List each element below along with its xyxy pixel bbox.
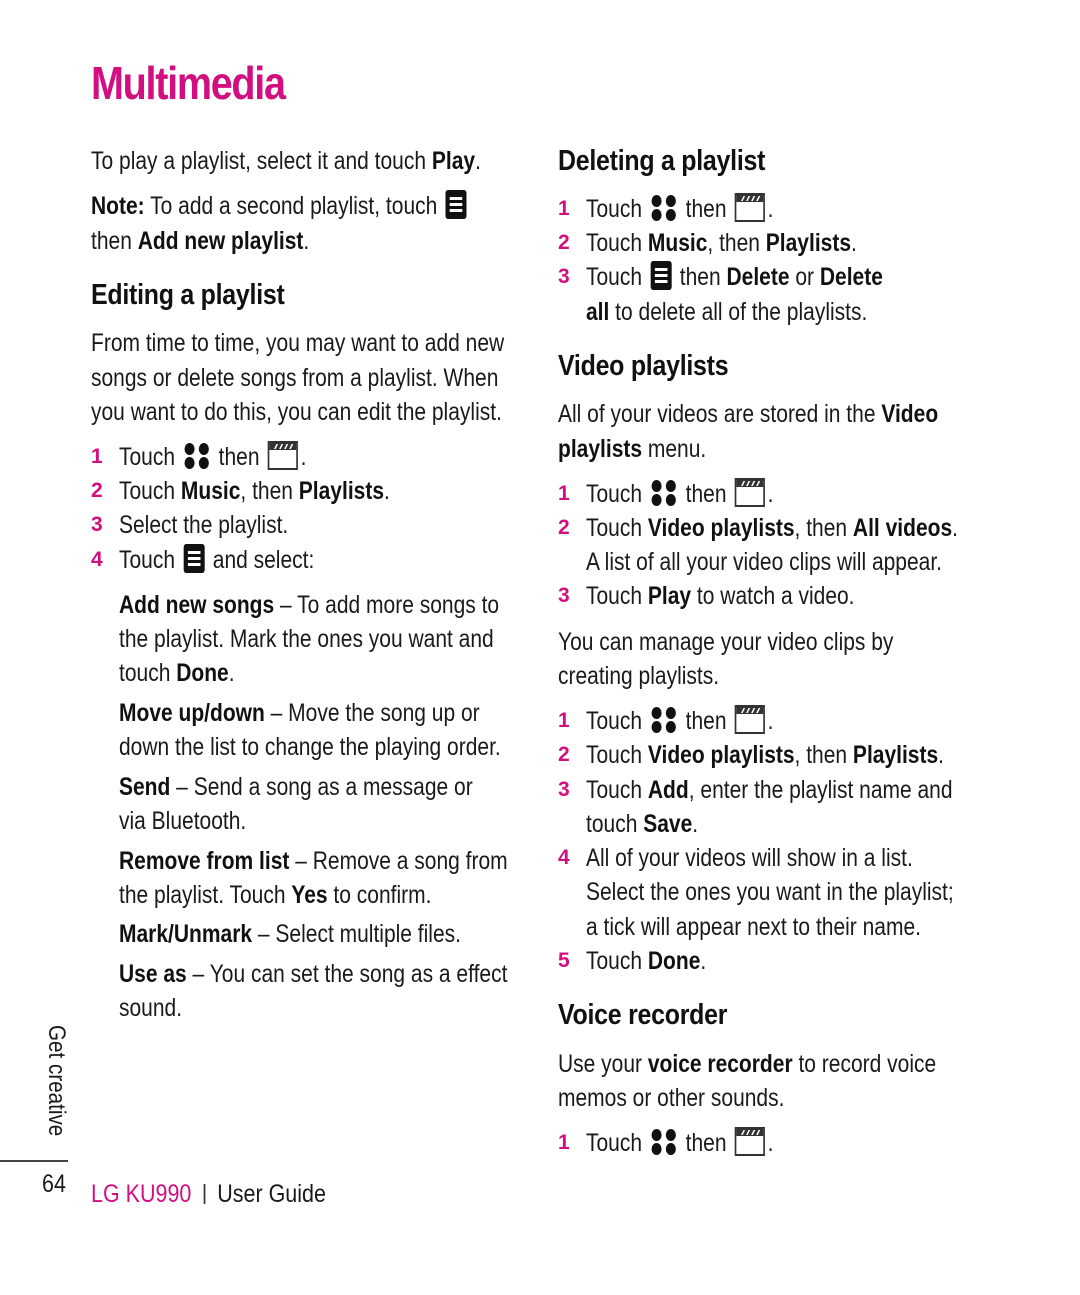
voice-intro-line: memos or other sounds. bbox=[558, 1084, 785, 1112]
step-number: 2 bbox=[558, 231, 570, 254]
apps-grid-icon bbox=[650, 704, 679, 734]
step-number: 2 bbox=[91, 479, 103, 502]
note-line-2: then Add new playlist. bbox=[91, 227, 310, 255]
side-divider bbox=[0, 1160, 68, 1162]
note-line-1: Note: To add a second playlist, touch bbox=[91, 189, 469, 223]
clapperboard-icon bbox=[734, 477, 766, 507]
step-number: 1 bbox=[558, 1131, 570, 1154]
section-heading-editing: Editing a playlist bbox=[91, 279, 285, 311]
menu-icon bbox=[183, 543, 205, 573]
clapperboard-icon bbox=[734, 704, 766, 734]
step-number: 1 bbox=[91, 445, 103, 468]
step-number: 1 bbox=[558, 709, 570, 732]
step-number: 3 bbox=[558, 265, 570, 288]
apps-grid-icon bbox=[650, 1126, 679, 1156]
apps-grid-icon bbox=[183, 440, 212, 470]
video-para-line: You can manage your video clips by bbox=[558, 628, 894, 656]
side-section-label: Get creative bbox=[43, 1025, 70, 1137]
footer-brand: LG KU990 bbox=[91, 1180, 192, 1208]
step-number: 1 bbox=[558, 482, 570, 505]
step-number: 1 bbox=[558, 197, 570, 220]
apps-grid-icon bbox=[650, 192, 679, 222]
clapperboard-icon bbox=[734, 1126, 766, 1156]
footer: LG KU990 User Guide bbox=[91, 1180, 326, 1209]
menu-icon bbox=[650, 260, 672, 290]
video-para-line: creating playlists. bbox=[558, 662, 720, 690]
step-number: 4 bbox=[558, 846, 570, 869]
page-number: 64 bbox=[42, 1170, 66, 1198]
footer-separator bbox=[203, 1184, 206, 1204]
clapperboard-icon bbox=[267, 440, 299, 470]
voice-intro-line: Use your voice recorder to record voice bbox=[558, 1050, 937, 1078]
page-title: Multimedia bbox=[91, 57, 286, 109]
video-intro-line: All of your videos are stored in the Vid… bbox=[558, 400, 939, 428]
editing-para-line: songs or delete songs from a playlist. W… bbox=[91, 364, 499, 392]
editing-para-line: From time to time, you may want to add n… bbox=[91, 329, 505, 357]
clapperboard-icon bbox=[734, 192, 766, 222]
step-number: 4 bbox=[91, 548, 103, 571]
editing-para-line: you want to do this, you can edit the pl… bbox=[91, 398, 502, 426]
step-number: 3 bbox=[91, 513, 103, 536]
step-number: 5 bbox=[558, 949, 570, 972]
menu-icon bbox=[445, 189, 467, 219]
section-heading-voice: Voice recorder bbox=[558, 999, 728, 1031]
video-intro-line: playlists menu. bbox=[558, 435, 707, 463]
section-heading-video: Video playlists bbox=[558, 350, 729, 382]
step-number: 2 bbox=[558, 516, 570, 539]
section-heading-deleting: Deleting a playlist bbox=[558, 145, 766, 177]
step-number: 3 bbox=[558, 584, 570, 607]
step-number: 2 bbox=[558, 743, 570, 766]
intro-text: To play a playlist, select it and touch … bbox=[91, 147, 481, 175]
step-number: 3 bbox=[558, 778, 570, 801]
apps-grid-icon bbox=[650, 477, 679, 507]
footer-guide: User Guide bbox=[217, 1180, 326, 1208]
